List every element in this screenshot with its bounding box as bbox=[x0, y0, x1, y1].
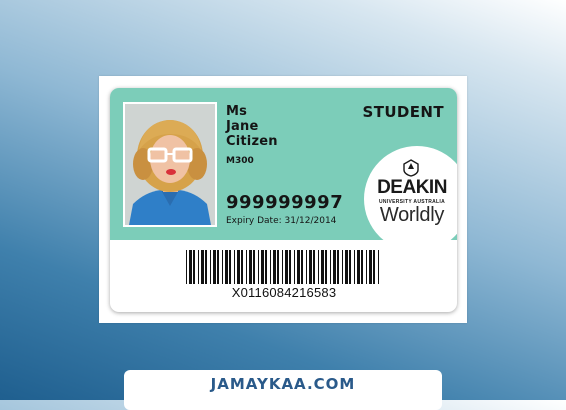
barcode-bar bbox=[201, 250, 204, 284]
barcode-bar bbox=[369, 250, 372, 284]
barcode-bar bbox=[357, 250, 360, 284]
barcode-bar bbox=[361, 250, 363, 284]
barcode-bar bbox=[309, 250, 312, 284]
barcode-bar bbox=[213, 250, 216, 284]
barcode-bar bbox=[270, 250, 271, 284]
barcode-bar bbox=[258, 250, 259, 284]
barcode-bar bbox=[217, 250, 219, 284]
barcode-bar bbox=[354, 250, 355, 284]
course-code: M300 bbox=[226, 156, 254, 166]
barcode-bar bbox=[306, 250, 307, 284]
barcode-bar bbox=[285, 250, 288, 284]
barcode-bar bbox=[246, 250, 247, 284]
barcode-bar bbox=[193, 250, 195, 284]
barcode-bar bbox=[333, 250, 336, 284]
barcode-bar bbox=[253, 250, 255, 284]
expiry-date: Expiry Date: 31/12/2014 bbox=[226, 216, 337, 226]
student-photo bbox=[125, 104, 215, 225]
barcode-bar bbox=[330, 250, 331, 284]
crest-icon bbox=[403, 159, 419, 177]
logo-name: DEAKIN bbox=[377, 177, 447, 198]
barcode-bar bbox=[349, 250, 351, 284]
last-name: Citizen bbox=[226, 134, 278, 149]
barcode-bar bbox=[294, 250, 295, 284]
site-name: JAMAYKAA.COM bbox=[210, 375, 356, 393]
barcode-bar bbox=[277, 250, 279, 284]
barcode-bar bbox=[186, 250, 187, 284]
barcode-bar bbox=[313, 250, 315, 284]
barcode-bar bbox=[366, 250, 367, 284]
barcode-bar bbox=[225, 250, 228, 284]
barcode-bar bbox=[198, 250, 199, 284]
barcode-bar bbox=[234, 250, 235, 284]
role-label: STUDENT bbox=[362, 103, 444, 121]
barcode-bar bbox=[273, 250, 276, 284]
barcode-bar bbox=[378, 250, 379, 284]
first-name: Jane bbox=[226, 119, 259, 134]
barcode-bar bbox=[325, 250, 327, 284]
id-number: 999999997 bbox=[226, 192, 344, 213]
barcode-bar bbox=[265, 250, 267, 284]
barcode-bar bbox=[222, 250, 223, 284]
barcode-bar bbox=[318, 250, 319, 284]
logo-tagline: Worldly bbox=[379, 204, 445, 226]
barcode-bar bbox=[297, 250, 300, 284]
barcode-number: X0116084216583 bbox=[231, 285, 337, 300]
barcode-bar bbox=[301, 250, 303, 284]
barcode-bar bbox=[205, 250, 207, 284]
barcode-bar bbox=[321, 250, 324, 284]
barcode-bar bbox=[249, 250, 252, 284]
barcode-bar bbox=[282, 250, 283, 284]
barcode-bar bbox=[337, 250, 339, 284]
barcode-bar bbox=[373, 250, 375, 284]
barcode-bar bbox=[237, 250, 240, 284]
barcode bbox=[186, 250, 379, 284]
barcode-bar bbox=[261, 250, 264, 284]
title-line: Ms bbox=[226, 104, 248, 119]
barcode-bar bbox=[229, 250, 231, 284]
barcode-bar bbox=[289, 250, 291, 284]
student-id-card: Ms Jane Citizen M300 STUDENT 999999997 E… bbox=[110, 88, 457, 312]
barcode-bar bbox=[345, 250, 348, 284]
barcode-bar bbox=[210, 250, 211, 284]
barcode-bar bbox=[189, 250, 192, 284]
barcode-bar bbox=[241, 250, 243, 284]
photo-frame bbox=[123, 102, 217, 227]
barcode-bar bbox=[342, 250, 343, 284]
